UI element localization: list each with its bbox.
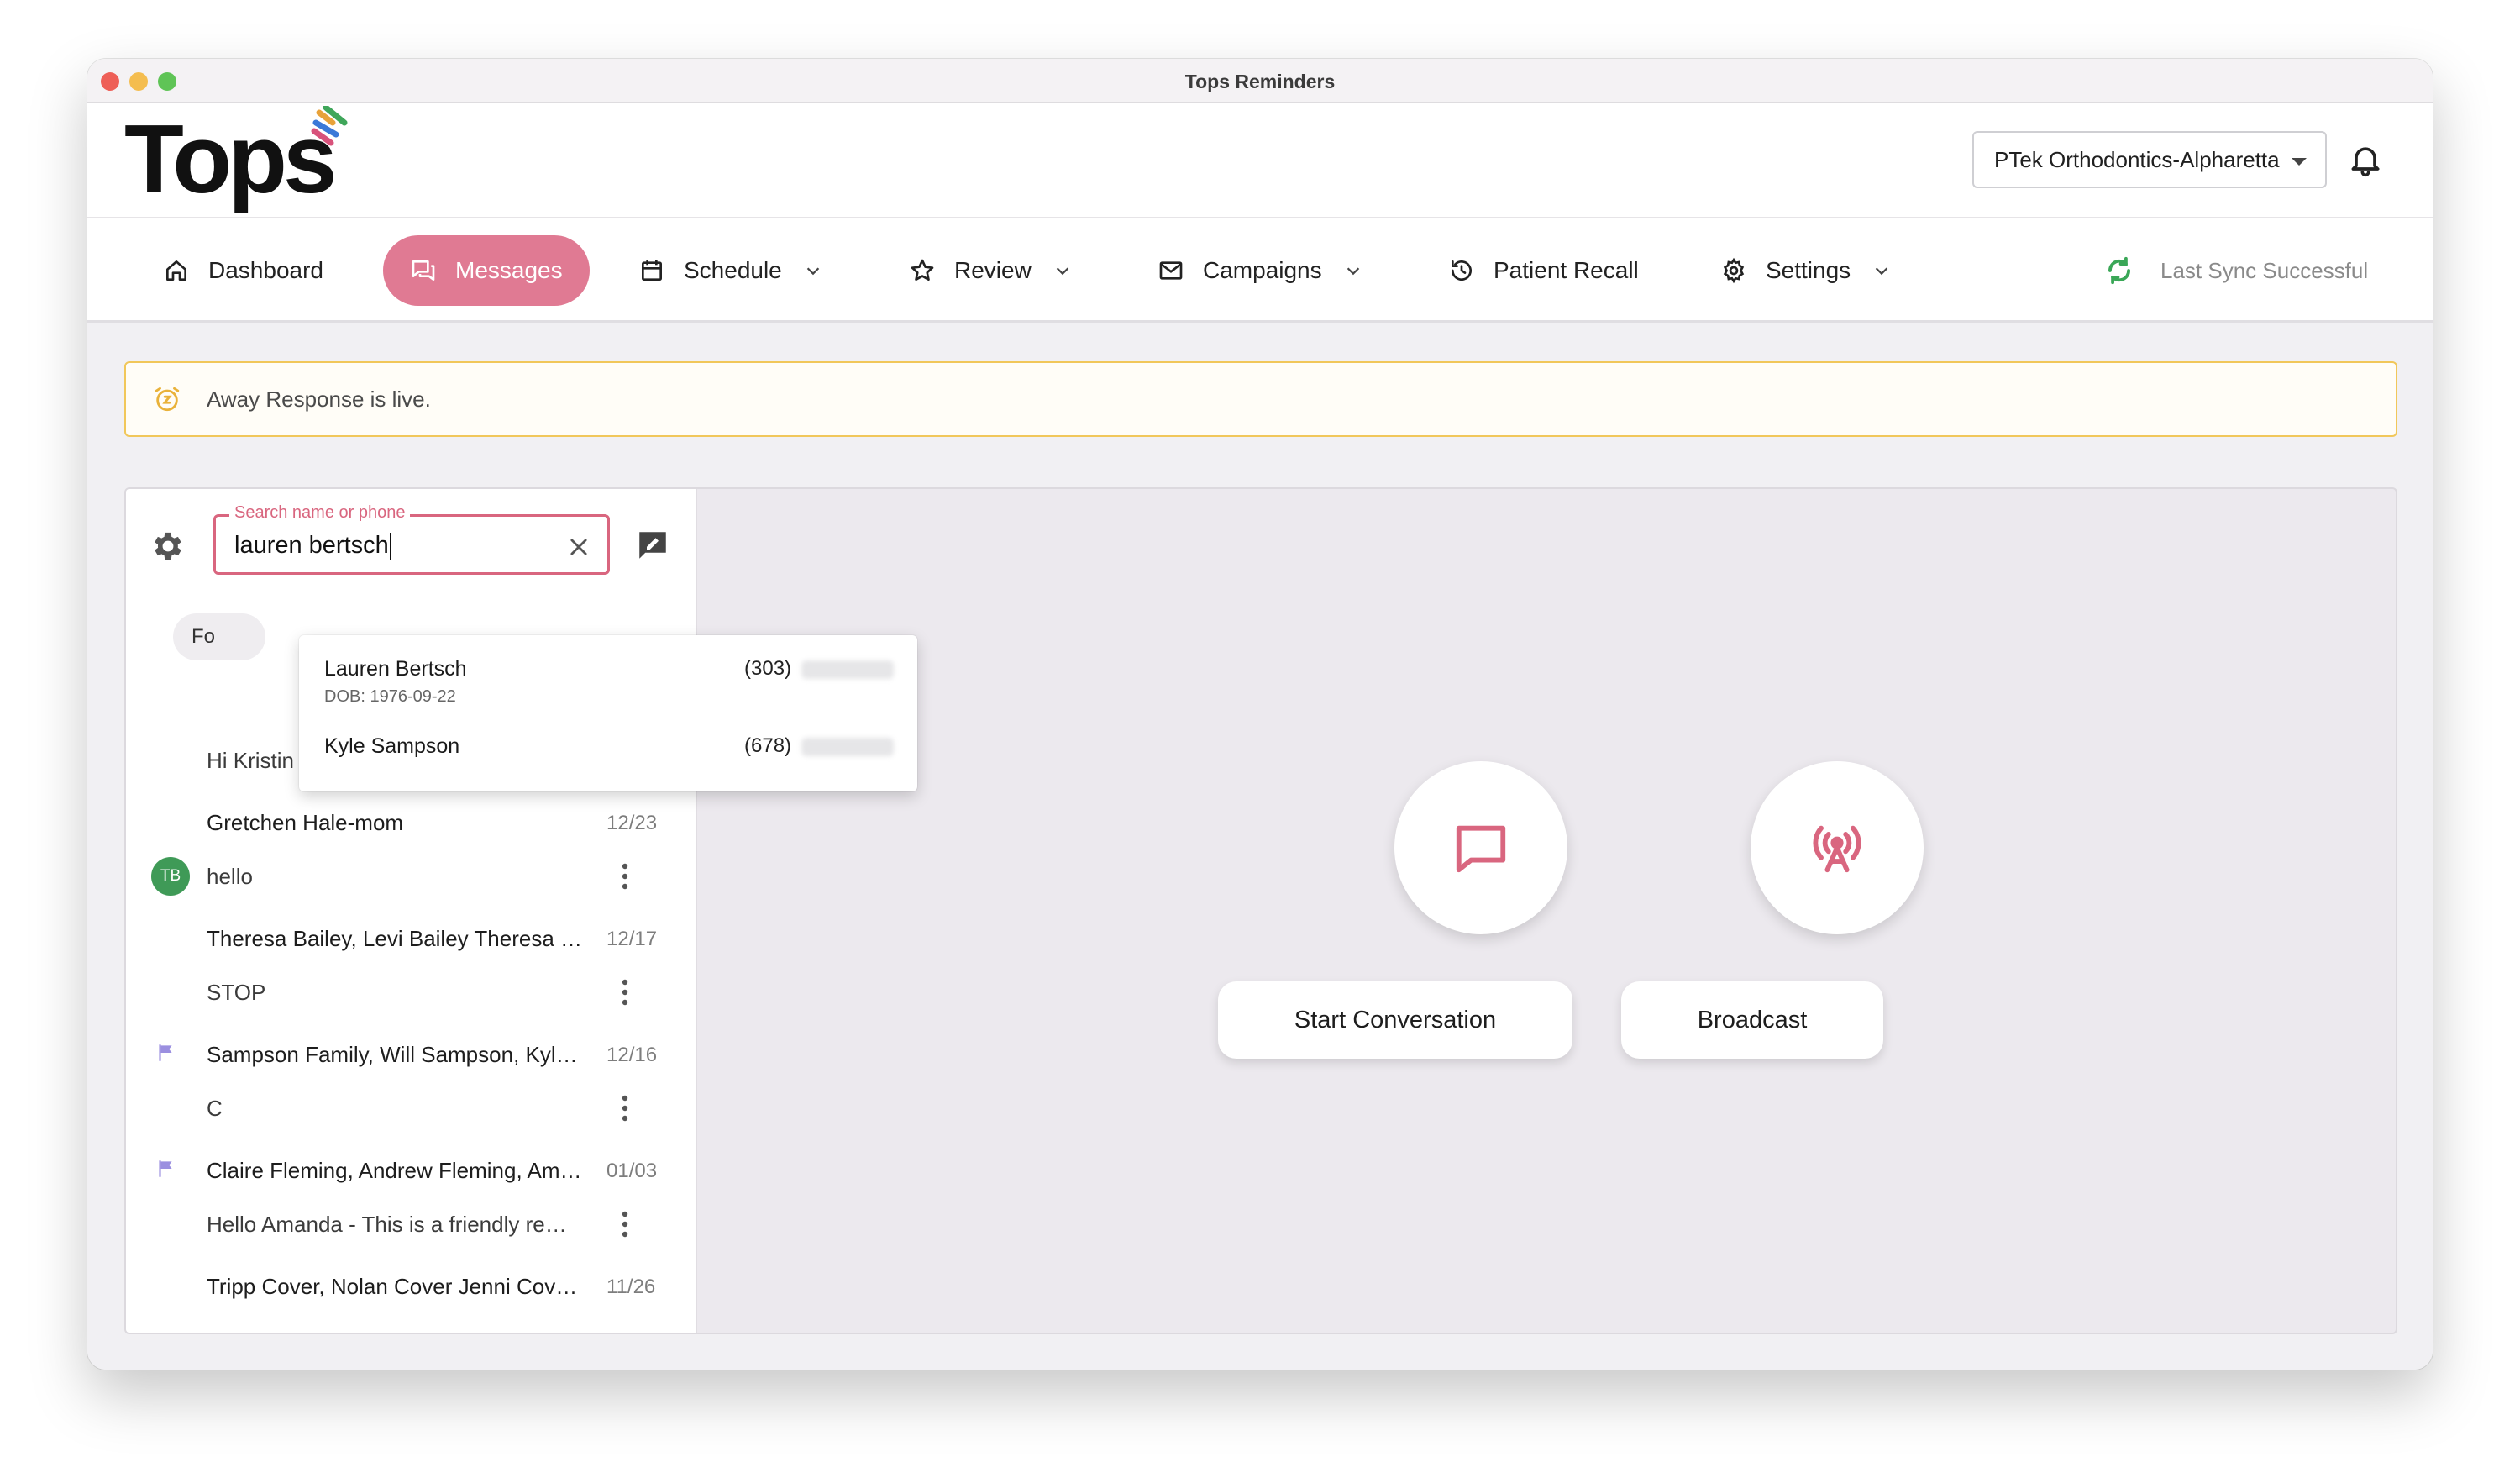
conversation-date: 12/16 [606,1044,658,1066]
conversation-date: 12/17 [606,928,658,950]
sync-status-label: Last Sync Successful [2160,257,2369,283]
more-vertical-icon[interactable] [620,978,630,1007]
conversation-date: 11/26 [606,1275,656,1298]
title-bar: Tops Reminders [87,59,2433,103]
conversation-item[interactable]: Claire Fleming, Andrew Fleming, Amanda F… [126,1151,696,1267]
avatar: TB [151,857,190,896]
search-result-phone: (303) [744,657,792,680]
conversation-item[interactable]: Theresa Bailey, Levi Bailey Theresa Bail… [126,919,696,1035]
chevron-down-icon [1347,267,1359,276]
history-icon [1452,260,1472,281]
conversation-date: 12/23 [606,812,658,834]
nav-schedule[interactable]: Schedule [622,235,839,306]
close-icon[interactable] [567,535,591,559]
gear-icon[interactable] [150,528,186,565]
search-result-item[interactable]: Lauren Bertsch DOB: 1976-09-22 (303) [299,635,917,716]
conversation-preview: Hello Amanda - This is a friendly remind… [207,1212,585,1237]
broadcast-icon [1813,825,1861,873]
flag-icon[interactable] [155,1158,176,1180]
logo-mark-icon [311,106,348,146]
conversation-name: Claire Fleming, Andrew Fleming, Amanda F… [207,1158,585,1183]
caret-down-icon [2292,158,2307,166]
star-icon [911,259,934,281]
app-window: Tops Reminders Tops PTek Orthodontics-Al… [87,59,2433,1370]
conversation-name: Theresa Bailey, Levi Bailey Theresa Bail… [207,926,585,951]
search-input-value: lauren bertsch [234,532,391,560]
nav-patient-recall[interactable]: Patient Recall [1431,235,1656,306]
search-result-phone: (678) [744,734,792,757]
conversation-name: Tripp Cover, Nolan Cover Jenni Cover, Je… [207,1274,585,1299]
search-input[interactable]: Search name or phone lauren bertsch [213,503,610,575]
calendar-icon [642,260,662,281]
nav-dashboard-label: Dashboard [208,257,323,283]
nav-patient-recall-label: Patient Recall [1494,257,1639,283]
away-response-text: Away Response is live. [207,386,431,412]
conversation-preview: C [207,1096,223,1121]
practice-select-value: PTek Orthodontics-Alpharetta [1994,146,2280,172]
main-nav: Dashboard Messages Schedule Review Campa… [87,218,2433,323]
conversation-item[interactable]: Gretchen Hale-mom 12/23 TB hello [126,803,696,919]
conversation-name: Sampson Family, Will Sampson, Kyle Samps… [207,1042,585,1067]
chevron-down-icon [1056,267,1069,276]
chevron-down-icon [806,267,819,276]
nav-messages[interactable]: Messages [383,235,590,306]
filter-chip[interactable]: Fo [173,613,265,660]
app-header: Tops PTek Orthodontics-Alpharetta [87,103,2433,218]
redacted-phone [801,660,894,679]
practice-select[interactable]: PTek Orthodontics-Alpharetta [1972,131,2327,188]
nav-schedule-label: Schedule [684,257,782,283]
conversation-preview: hello [207,864,253,889]
messages-panel: Search name or phone lauren bertsch Fo H… [124,487,2397,1334]
more-vertical-icon[interactable] [620,1094,630,1123]
more-vertical-icon[interactable] [620,1210,630,1238]
bell-icon[interactable] [2347,141,2384,178]
compose-message-icon[interactable] [635,528,670,563]
chat-bubble-icon [1456,825,1506,873]
search-result-name: Kyle Sampson [324,734,460,758]
gear-icon [1723,257,1745,284]
nav-campaigns-label: Campaigns [1203,257,1322,283]
search-result-dob: DOB: 1976-09-22 [324,687,456,706]
nav-settings[interactable]: Settings [1704,235,1908,306]
nav-campaigns[interactable]: Campaigns [1141,235,1379,306]
search-results-dropdown: Lauren Bertsch DOB: 1976-09-22 (303) Kyl… [299,635,917,791]
conversation-date: 01/03 [606,1160,658,1182]
start-conversation-button[interactable]: Start Conversation [1218,981,1572,1059]
nav-settings-label: Settings [1766,257,1851,283]
conversation-item[interactable]: Sampson Family, Will Sampson, Kyle Samps… [126,1035,696,1151]
logo: Tops [124,104,337,213]
broadcast-circle-button[interactable] [1751,761,1924,934]
home-icon [166,260,186,281]
sync-status: Last Sync Successful [2103,252,2368,289]
redacted-phone [801,738,894,756]
main-content: Away Response is live. Search name or ph… [87,323,2433,1370]
start-conversation-circle-button[interactable] [1394,761,1567,934]
conversation-item[interactable]: Tripp Cover, Nolan Cover Jenni Cover, Je… [126,1267,696,1333]
conversation-sidebar: Search name or phone lauren bertsch Fo H… [126,489,697,1333]
search-input-label: Search name or phone [229,503,411,523]
window-title: Tops Reminders [1184,71,1336,92]
search-result-item[interactable]: Kyle Sampson (678) [299,716,917,791]
nav-review[interactable]: Review [892,235,1089,306]
sync-icon[interactable] [2103,255,2135,287]
mail-icon [1159,261,1183,280]
search-result-name: Lauren Bertsch [324,657,467,681]
conversation-name: Gretchen Hale-mom [207,810,404,835]
chat-bubbles-icon [412,260,435,281]
chevron-down-icon [1875,267,1888,276]
nav-dashboard[interactable]: Dashboard [146,235,340,306]
more-vertical-icon[interactable] [620,862,630,891]
nav-messages-label: Messages [455,257,563,283]
flag-icon[interactable] [155,1042,176,1064]
away-response-banner: Away Response is live. [124,361,2397,437]
broadcast-button[interactable]: Broadcast [1621,981,1883,1059]
alarm-clock-icon [155,387,180,412]
conversation-preview: STOP [207,980,266,1005]
nav-review-label: Review [954,257,1032,283]
